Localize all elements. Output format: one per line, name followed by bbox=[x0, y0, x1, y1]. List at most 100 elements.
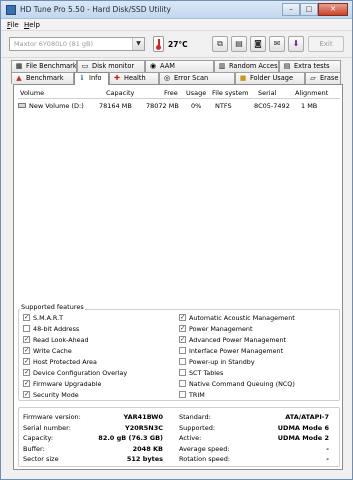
feature-checkbox: ✓ bbox=[23, 335, 30, 343]
tab-random-access[interactable]: ▥ Random Access bbox=[214, 60, 279, 72]
tab-disk-monitor[interactable]: ▭ Disk monitor bbox=[77, 60, 145, 72]
feature-label: TRIM bbox=[189, 391, 205, 399]
cell-file-system: NTFS bbox=[215, 102, 232, 110]
drive-select[interactable]: Maxtor 6Y080L0 (81 gB) ▼ bbox=[9, 37, 145, 51]
close-icon[interactable]: ✕ bbox=[318, 3, 348, 16]
info-key: Sector size bbox=[23, 455, 59, 463]
menu-help[interactable]: Help bbox=[24, 21, 40, 29]
copy-all-icon[interactable]: ▤ bbox=[231, 36, 247, 52]
feature-checkbox bbox=[23, 325, 30, 332]
col-capacity[interactable]: Capacity bbox=[106, 89, 134, 97]
folder-usage-icon: ■ bbox=[239, 74, 247, 82]
aam-icon: ◉ bbox=[149, 62, 157, 70]
info-panel: Volume Capacity Free Usage File system S… bbox=[13, 84, 343, 470]
screenshot-icon[interactable]: ◙ bbox=[250, 36, 266, 52]
info-standard: Standard: ATA/ATAPI-7 bbox=[179, 413, 329, 422]
feature-checkbox bbox=[179, 380, 186, 387]
tab-folder-usage[interactable]: ■ Folder Usage bbox=[235, 72, 305, 84]
benchmark-icon: ▲ bbox=[16, 74, 22, 82]
file-benchmark-icon: ▦ bbox=[15, 62, 23, 70]
info-value: UDMA Mode 2 bbox=[277, 434, 329, 442]
menu-bar: File Help bbox=[1, 19, 352, 31]
feature-label: 48-bit Address bbox=[33, 325, 80, 333]
cell-alignment: 1 MB bbox=[301, 102, 318, 110]
info-value: 82.0 gB (76.3 GB) bbox=[98, 434, 163, 442]
feature-label: Firmware Upgradable bbox=[33, 380, 102, 388]
col-file-system[interactable]: File system bbox=[212, 89, 248, 97]
copy-icon[interactable]: ⧉ bbox=[212, 36, 228, 52]
feature-checkbox: ✓ bbox=[23, 357, 30, 365]
feature-checkbox: ✓ bbox=[23, 379, 30, 387]
info-supported: Supported: UDMA Mode 6 bbox=[179, 424, 329, 433]
cell-usage: 0% bbox=[191, 102, 202, 110]
tab-row-bottom: ▲ Benchmark ℹ Info ✚ Health ◎ Error Scan ■ Fo… bbox=[11, 72, 341, 85]
info-value: 512 bytes bbox=[126, 455, 163, 463]
drive-info-group: Firmware version: YAR41BW0 Serial number: Y… bbox=[18, 407, 340, 467]
feature-label: Automatic Acoustic Management bbox=[189, 314, 295, 322]
info-average-speed: Average speed: - bbox=[179, 445, 329, 454]
thermometer-icon bbox=[153, 36, 164, 52]
maximize-icon[interactable]: □ bbox=[300, 3, 318, 16]
chevron-down-icon[interactable]: ▼ bbox=[132, 38, 144, 50]
info-firmware-version: Firmware version: YAR41BW0 bbox=[23, 413, 163, 422]
info-key: Standard: bbox=[179, 413, 211, 421]
temperature-readout: 27°C bbox=[168, 40, 188, 49]
toolbar: Maxtor 6Y080L0 (81 gB) ▼ 27°C ⧉ ▤ ◙ ✉ ⬇ … bbox=[1, 31, 352, 58]
cell-serial: 8C05-7492 bbox=[254, 102, 290, 110]
feature-checkbox: ✓ bbox=[179, 335, 186, 343]
title-bar: HD Tune Pro 5.50 - Hard Disk/SSD Utility… bbox=[1, 1, 352, 19]
info-sector-size: Sector size 512 bytes bbox=[23, 455, 163, 464]
info-value: - bbox=[326, 444, 329, 453]
app-icon bbox=[6, 5, 16, 15]
save-icon[interactable]: ⬇ bbox=[288, 36, 304, 52]
extra-tests-icon: ▤ bbox=[283, 62, 291, 70]
feature-checkbox bbox=[179, 391, 186, 398]
info-value: UDMA Mode 6 bbox=[277, 423, 329, 432]
tab-benchmark[interactable]: ▲ Benchmark bbox=[11, 72, 74, 84]
col-volume[interactable]: Volume bbox=[20, 89, 44, 97]
tab-erase[interactable]: ▱ Erase bbox=[305, 72, 341, 84]
col-alignment[interactable]: Alignment bbox=[295, 89, 328, 97]
erase-icon: ▱ bbox=[310, 74, 316, 82]
drive-select-value: Maxtor 6Y080L0 (81 gB) bbox=[14, 40, 94, 48]
tab-aam[interactable]: ◉ AAM bbox=[145, 60, 214, 72]
col-free[interactable]: Free bbox=[164, 89, 178, 97]
tab-file-benchmark[interactable]: ▦ File Benchmark bbox=[11, 60, 77, 72]
feature-label: SCT Tables bbox=[189, 369, 224, 377]
info-key: Capacity: bbox=[23, 434, 54, 442]
cell-free: 78072 MB bbox=[146, 102, 179, 110]
info-serial-number: Serial number: Y20R5N3C bbox=[23, 424, 163, 433]
supported-features-title: Supported features bbox=[20, 303, 85, 311]
feature-checkbox: ✓ bbox=[23, 368, 30, 376]
feature-label: Interface Power Management bbox=[189, 347, 284, 355]
col-serial[interactable]: Serial bbox=[258, 89, 276, 97]
feature-checkbox: ✓ bbox=[23, 346, 30, 354]
feature-checkbox: ✓ bbox=[179, 324, 186, 332]
info-key: Serial number: bbox=[23, 423, 71, 432]
exit-button[interactable]: Exit bbox=[308, 36, 344, 52]
feature-checkbox bbox=[179, 358, 186, 365]
feature-label: S.M.A.R.T bbox=[33, 314, 64, 322]
tab-extra-tests[interactable]: ▤ Extra tests bbox=[279, 60, 341, 72]
feature-label: Read Look-Ahead bbox=[33, 336, 89, 344]
feature-checkbox bbox=[179, 369, 186, 376]
error-scan-icon: ◎ bbox=[163, 74, 171, 82]
tab-row-top: ▦ File Benchmark ▭ Disk monitor ◉ AAM ▥ Rand… bbox=[11, 60, 341, 72]
table-row[interactable]: New Volume (D:) 78164 MB 78072 MB 0% NTF… bbox=[18, 101, 340, 111]
info-key: Buffer: bbox=[23, 444, 45, 453]
drive-icon bbox=[18, 103, 26, 108]
feature-label: Security Mode bbox=[33, 391, 79, 399]
tab-info[interactable]: ℹ Info bbox=[74, 72, 109, 85]
tab-health[interactable]: ✚ Health bbox=[109, 72, 159, 84]
minimize-icon[interactable]: – bbox=[282, 3, 300, 16]
col-usage[interactable]: Usage bbox=[186, 89, 206, 97]
health-icon: ✚ bbox=[114, 74, 120, 82]
feature-checkbox: ✓ bbox=[23, 313, 30, 321]
info-key: Active: bbox=[179, 434, 202, 442]
supported-features-group: ✓ S.M.A.R.T 48-bit Address ✓ Read Look-Ahead… bbox=[18, 303, 340, 401]
feature-checkbox: ✓ bbox=[23, 390, 30, 398]
info-value: 2048 KB bbox=[132, 444, 163, 453]
options-icon[interactable]: ✉ bbox=[269, 36, 285, 52]
tab-error-scan[interactable]: ◎ Error Scan bbox=[159, 72, 235, 84]
menu-file[interactable]: File bbox=[7, 21, 19, 29]
